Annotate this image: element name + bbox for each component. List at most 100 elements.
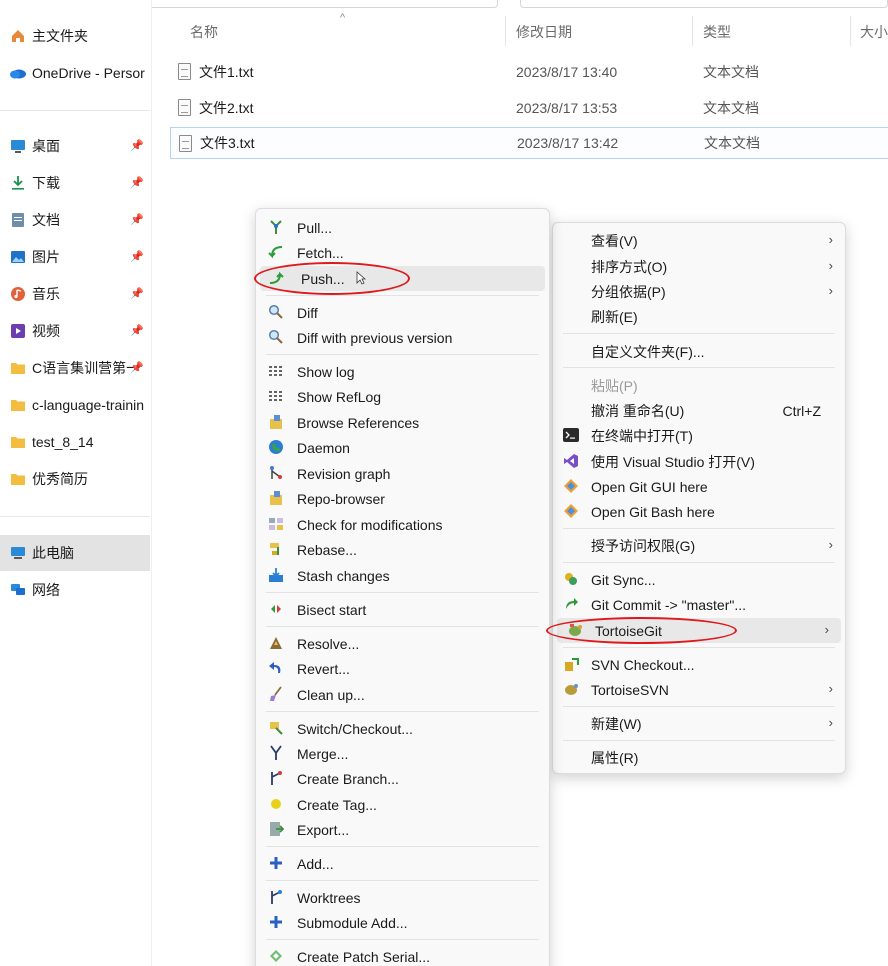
- file-row[interactable]: 文件2.txt 2023/8/17 13:53 文本文档: [170, 92, 888, 124]
- sidebar-item-folder-c-camp[interactable]: C语言集训营第一 📌: [0, 351, 150, 385]
- menu-item-undo-rename[interactable]: 撤消 重命名(U) Ctrl+Z: [553, 398, 845, 423]
- sidebar-item-desktop[interactable]: 桌面 📌: [0, 129, 150, 163]
- pin-icon[interactable]: 📌: [130, 287, 144, 300]
- menu-separator: [563, 367, 835, 368]
- tortoisesvn-icon: [563, 681, 579, 697]
- menu-item-export[interactable]: Export...: [256, 817, 549, 842]
- menu-separator: [563, 528, 835, 529]
- pin-icon[interactable]: 📌: [130, 176, 144, 189]
- pin-icon[interactable]: 📌: [130, 361, 144, 374]
- network-icon: [9, 581, 27, 599]
- sidebar-item-videos[interactable]: 视频 📌: [0, 314, 150, 348]
- menu-item-refresh[interactable]: 刷新(E): [553, 304, 845, 329]
- menu-item-diff-previous[interactable]: Diff with previous version: [256, 325, 549, 350]
- sidebar-item-folder-c-language[interactable]: c-language-trainin: [0, 388, 150, 422]
- menu-item-worktrees[interactable]: Worktrees: [256, 885, 549, 910]
- sidebar-item-this-pc[interactable]: 此电脑: [0, 535, 150, 571]
- svn-checkout-icon: [563, 656, 579, 672]
- pin-icon[interactable]: 📌: [130, 250, 144, 263]
- menu-item-tortoisesvn[interactable]: TortoiseSVN ›: [553, 677, 845, 702]
- sidebar-item-network[interactable]: 网络: [0, 573, 150, 607]
- menu-item-git-commit[interactable]: Git Commit -> "master"...: [553, 592, 845, 617]
- sidebar-item-downloads[interactable]: 下载 📌: [0, 166, 150, 200]
- menu-item-give-access[interactable]: 授予访问权限(G) ›: [553, 533, 845, 558]
- git-sync-icon: [563, 571, 579, 587]
- sidebar-item-onedrive[interactable]: OneDrive - Persor: [0, 56, 150, 90]
- search-box[interactable]: [520, 0, 888, 8]
- plus-icon: [268, 914, 284, 930]
- menu-item-open-git-bash[interactable]: Open Git Bash here: [553, 499, 845, 524]
- stash-icon: [268, 567, 284, 583]
- menu-item-create-tag[interactable]: Create Tag...: [256, 792, 549, 817]
- sidebar-item-documents[interactable]: 文档 📌: [0, 203, 150, 237]
- reflog-icon: [268, 388, 284, 404]
- menu-item-create-patch-serial[interactable]: Create Patch Serial...: [256, 944, 549, 966]
- git-gui-icon: [563, 478, 579, 494]
- menu-item-svn-checkout[interactable]: SVN Checkout...: [553, 652, 845, 677]
- menu-item-group-by[interactable]: 分组依据(P) ›: [553, 279, 845, 304]
- menu-item-rebase[interactable]: Rebase...: [256, 537, 549, 562]
- menu-item-open-with-visual-studio[interactable]: 使用 Visual Studio 打开(V): [553, 449, 845, 474]
- text-file-icon: [178, 99, 191, 116]
- chevron-right-icon: ›: [828, 681, 833, 696]
- menu-item-show-reflog[interactable]: Show RefLog: [256, 384, 549, 409]
- pin-icon[interactable]: 📌: [130, 324, 144, 337]
- sidebar-item-home[interactable]: 主文件夹: [0, 19, 150, 53]
- push-icon: [268, 270, 284, 286]
- menu-item-diff[interactable]: Diff: [256, 300, 549, 325]
- pin-icon[interactable]: 📌: [130, 139, 144, 152]
- revert-icon: [268, 660, 284, 676]
- sidebar-item-pictures[interactable]: 图片 📌: [0, 240, 150, 274]
- menu-item-view[interactable]: 查看(V) ›: [553, 228, 845, 253]
- menu-item-revert[interactable]: Revert...: [256, 656, 549, 681]
- menu-item-sort-by[interactable]: 排序方式(O) ›: [553, 254, 845, 279]
- menu-separator: [563, 706, 835, 707]
- menu-item-tortoisegit[interactable]: TortoiseGit ›: [557, 618, 841, 643]
- pull-icon: [268, 219, 284, 235]
- menu-item-properties[interactable]: 属性(R): [553, 745, 845, 770]
- menu-item-browse-references[interactable]: Browse References: [256, 410, 549, 435]
- address-bar[interactable]: [130, 0, 498, 8]
- sidebar-item-music[interactable]: 音乐 📌: [0, 277, 150, 311]
- merge-icon: [268, 745, 284, 761]
- menu-item-show-log[interactable]: Show log: [256, 359, 549, 384]
- menu-item-repo-browser[interactable]: Repo-browser: [256, 486, 549, 511]
- menu-item-create-branch[interactable]: Create Branch...: [256, 766, 549, 791]
- menu-item-add[interactable]: Add...: [256, 851, 549, 876]
- globe-icon: [268, 439, 284, 455]
- menu-item-bisect-start[interactable]: Bisect start: [256, 597, 549, 622]
- column-divider[interactable]: [505, 16, 506, 46]
- menu-item-clean-up[interactable]: Clean up...: [256, 682, 549, 707]
- menu-item-check-modifications[interactable]: Check for modifications: [256, 512, 549, 537]
- column-header-type[interactable]: 类型: [703, 22, 731, 42]
- menu-item-revision-graph[interactable]: Revision graph: [256, 461, 549, 486]
- menu-item-open-in-terminal[interactable]: 在终端中打开(T): [553, 423, 845, 448]
- file-row[interactable]: 文件1.txt 2023/8/17 13:40 文本文档: [170, 56, 888, 88]
- menu-item-pull[interactable]: Pull...: [256, 215, 549, 240]
- sidebar-item-folder-test[interactable]: test_8_14: [0, 425, 150, 459]
- column-header-name[interactable]: 名称: [190, 22, 218, 42]
- menu-item-new[interactable]: 新建(W) ›: [553, 711, 845, 736]
- menu-item-daemon[interactable]: Daemon: [256, 435, 549, 460]
- menu-item-push[interactable]: Push...: [260, 266, 545, 291]
- menu-item-resolve[interactable]: Resolve...: [256, 631, 549, 656]
- column-header-size[interactable]: 大小: [860, 22, 888, 42]
- menu-item-fetch[interactable]: Fetch...: [256, 240, 549, 265]
- column-divider[interactable]: [692, 16, 693, 46]
- music-icon: [9, 285, 27, 303]
- menu-item-git-sync[interactable]: Git Sync...: [553, 567, 845, 592]
- magnifier-icon: [268, 304, 284, 320]
- menu-item-customize-folder[interactable]: 自定义文件夹(F)...: [553, 339, 845, 364]
- menu-item-switch-checkout[interactable]: Switch/Checkout...: [256, 716, 549, 741]
- visual-studio-icon: [563, 453, 579, 469]
- folder-icon: [9, 433, 27, 451]
- menu-item-merge[interactable]: Merge...: [256, 741, 549, 766]
- menu-item-open-git-gui[interactable]: Open Git GUI here: [553, 474, 845, 499]
- pin-icon[interactable]: 📌: [130, 213, 144, 226]
- file-row-selected[interactable]: 文件3.txt 2023/8/17 13:42 文本文档: [170, 127, 888, 159]
- menu-item-stash-changes[interactable]: Stash changes: [256, 563, 549, 588]
- menu-item-submodule-add[interactable]: Submodule Add...: [256, 910, 549, 935]
- sidebar-item-folder-resume[interactable]: 优秀简历: [0, 462, 150, 496]
- column-header-modified[interactable]: 修改日期: [516, 22, 572, 42]
- column-divider[interactable]: [850, 16, 851, 46]
